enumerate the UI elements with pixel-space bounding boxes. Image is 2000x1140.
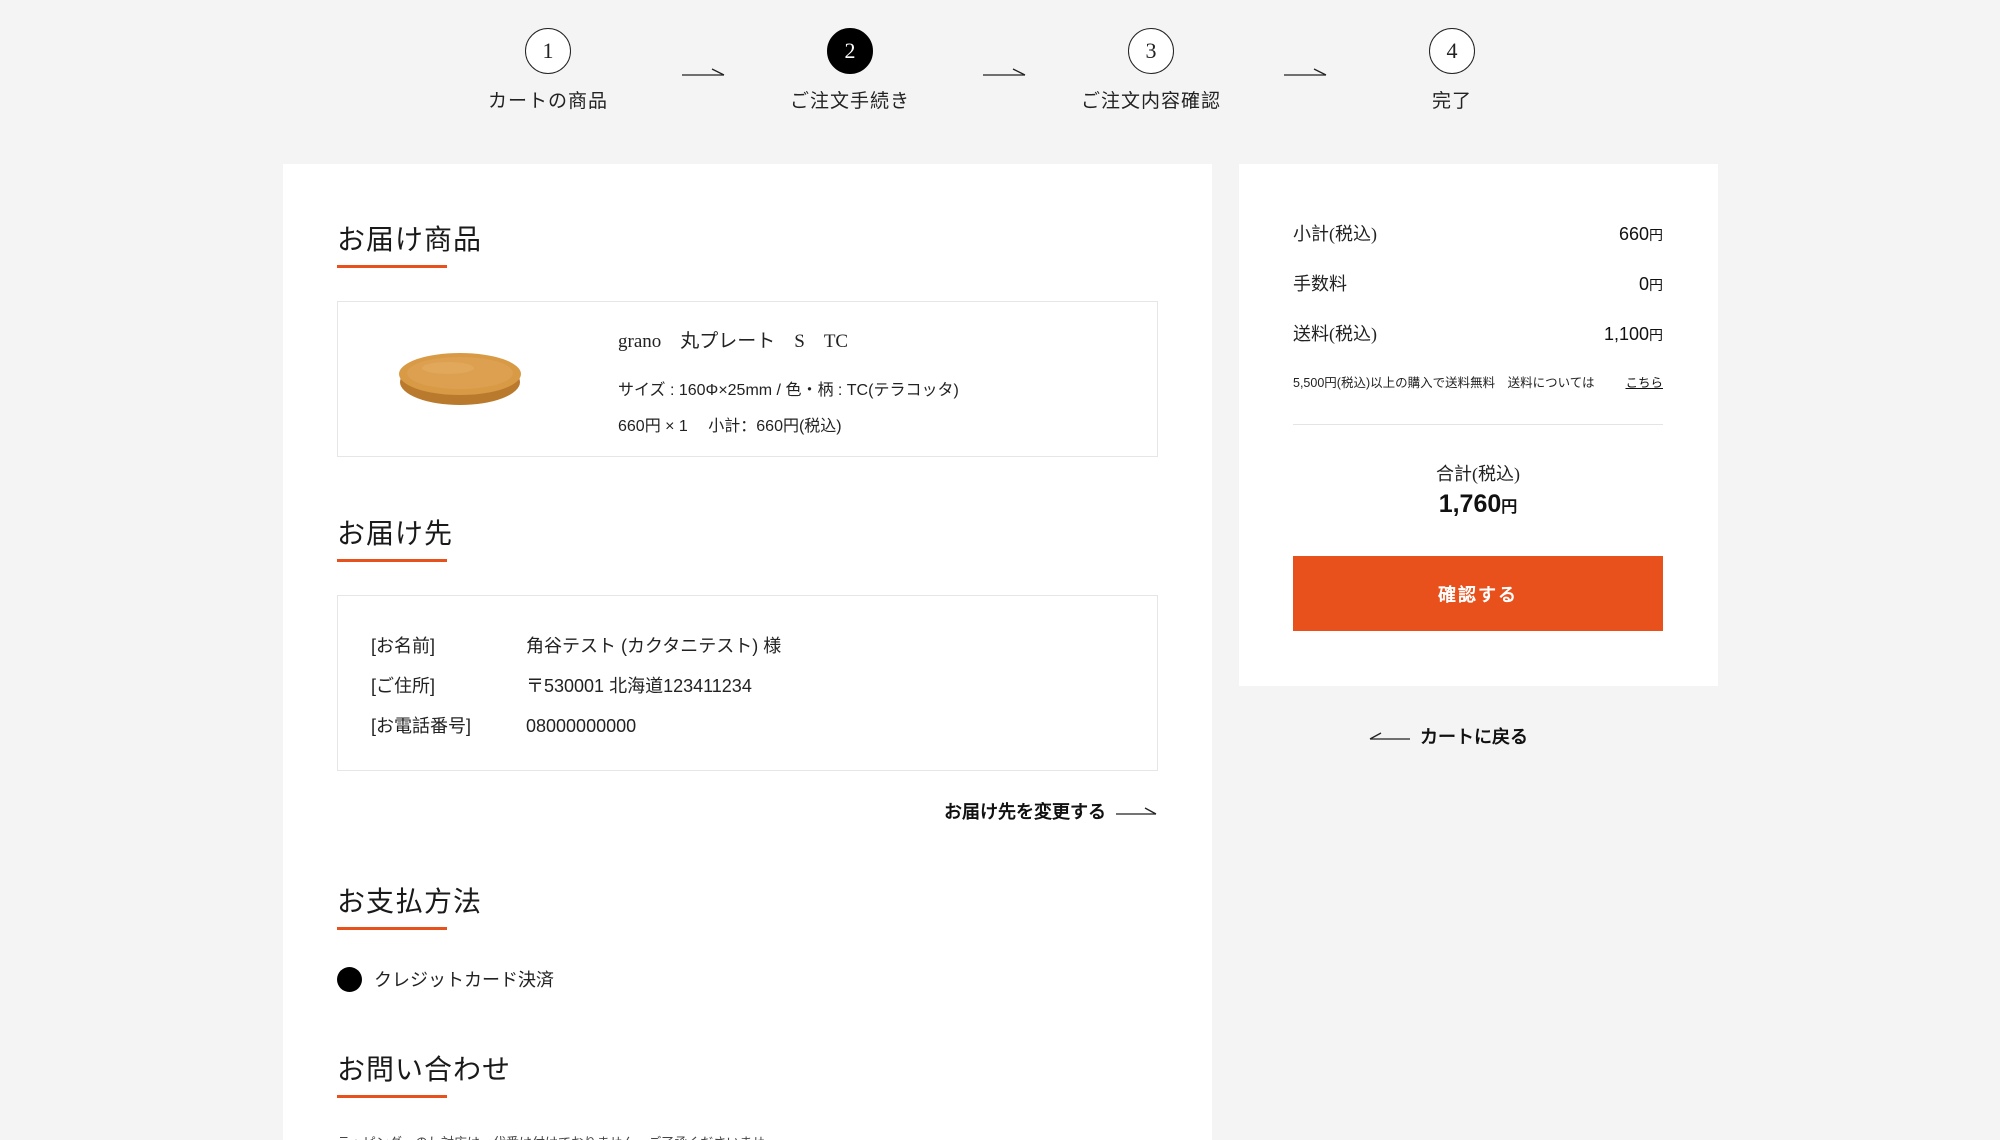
address-row: [ご住所] 〒530001 北海道123411234 (371, 672, 752, 698)
confirm-button[interactable]: 確認する (1293, 556, 1663, 631)
step-number: 3 (1128, 28, 1174, 74)
product-price: 660円 × 1 小計：660円(税込) (618, 418, 842, 435)
delivery-items-title: お届け商品 (337, 225, 483, 256)
fee-row: 手数料 0円 (1293, 270, 1663, 296)
free-shipping-note: 5,500円(税込)以上の購入で送料無料 送料については こちら (1293, 372, 1663, 391)
step-order-confirm: 3 ご注文内容確認 (1051, 28, 1251, 113)
product-item: grano 丸プレート S TC サイズ : 160Φ×25mm / 色・柄 :… (337, 301, 1158, 457)
yen-unit: 円 (1649, 227, 1663, 243)
phone-value: 08000000000 (526, 716, 637, 736)
shipping-info-link[interactable]: こちら (1625, 372, 1663, 391)
fee-label: 手数料 (1293, 274, 1347, 294)
name-row: [お名前] 角谷テスト (カクタニテスト) 様 (371, 632, 781, 658)
order-details-panel: お届け商品 grano 丸プレート S TC サイズ : 160Φ×25mm /… (283, 164, 1212, 1140)
subtotal-row: 小計(税込) 660円 (1293, 220, 1663, 246)
product-spec: サイズ : 160Φ×25mm / 色・柄 : TC(テラコッタ) (618, 382, 959, 399)
order-summary-panel: 小計(税込) 660円 手数料 0円 送料(税込) 1,100円 5,500円(… (1239, 164, 1718, 686)
product-name: grano 丸プレート S TC (618, 331, 849, 352)
yen-unit: 円 (1649, 277, 1663, 293)
step-complete: 4 完了 (1352, 28, 1552, 113)
step-label: ご注文手続き (789, 91, 910, 112)
step-label: ご注文内容確認 (1080, 91, 1221, 112)
section-underline (337, 265, 447, 268)
step-number: 1 (525, 28, 571, 74)
section-underline (337, 927, 447, 930)
step-number: 2 (827, 28, 873, 74)
subtotal-amount: 660 (1618, 224, 1649, 244)
address-label: [ご住所] (371, 676, 436, 696)
back-to-cart-label: カートに戻る (1420, 727, 1528, 747)
arrow-right-icon (1116, 807, 1157, 815)
inquiry-title: お問い合わせ (337, 1055, 512, 1086)
shipping-note-text: 5,500円(税込)以上の購入で送料無料 送料については (1293, 376, 1595, 390)
step-order-procedure: 2 ご注文手続き (750, 28, 950, 113)
step-number: 4 (1429, 28, 1475, 74)
phone-label: [お電話番号] (371, 716, 472, 736)
name-value: 角谷テスト (カクタニテスト) 様 (526, 636, 782, 656)
radio-selected-icon[interactable] (337, 966, 362, 992)
inquiry-note: ラッピング・のし対応は、代番は付けておりません。ご了承くださいませ (337, 1132, 765, 1140)
yen-unit: 円 (1649, 327, 1663, 343)
payment-option-label: クレジットカード決済 (374, 970, 554, 990)
arrow-left-icon (1369, 732, 1410, 740)
section-underline (337, 559, 447, 562)
step-arrow-icon (682, 68, 725, 76)
yen-unit: 円 (1501, 499, 1518, 516)
subtotal-value: 660円 (1619, 224, 1663, 245)
payment-title: お支払方法 (337, 887, 483, 918)
step-arrow-icon (1284, 68, 1327, 76)
section-underline (337, 1095, 447, 1098)
fee-amount: 0 (1638, 274, 1649, 294)
total-amount: 1,760 (1438, 490, 1502, 518)
summary-divider (1293, 424, 1663, 425)
checkout-stepper: 1 カートの商品 2 ご注文手続き 3 ご注文内容確認 4 完了 (0, 28, 2000, 118)
shipping-value: 1,100円 (1604, 324, 1663, 345)
change-destination-link[interactable]: お届け先を変更する (944, 798, 1158, 824)
total-label: 合計(税込) (1436, 464, 1520, 484)
shipping-amount: 1,100 (1603, 324, 1649, 344)
step-label: 完了 (1431, 91, 1472, 112)
payment-option-credit-card[interactable]: クレジットカード決済 (337, 966, 554, 992)
step-arrow-icon (983, 68, 1026, 76)
step-label: カートの商品 (487, 91, 608, 112)
destination-title: お届け先 (337, 519, 454, 550)
address-value: 〒530001 北海道123411234 (526, 676, 752, 696)
shipping-label: 送料(税込) (1293, 324, 1377, 344)
back-to-cart-link[interactable]: カートに戻る (1368, 723, 1528, 749)
name-label: [お名前] (371, 636, 436, 656)
fee-value: 0円 (1639, 274, 1663, 295)
change-destination-label: お届け先を変更する (944, 802, 1106, 822)
destination-box: [お名前] 角谷テスト (カクタニテスト) 様 [ご住所] 〒530001 北海道1… (337, 595, 1158, 771)
product-image (399, 353, 521, 405)
total-value: 1,760円 (1293, 490, 1663, 519)
step-cart: 1 カートの商品 (448, 28, 648, 113)
shipping-row: 送料(税込) 1,100円 (1293, 320, 1663, 346)
subtotal-label: 小計(税込) (1293, 224, 1377, 244)
phone-row: [お電話番号] 08000000000 (371, 712, 636, 738)
